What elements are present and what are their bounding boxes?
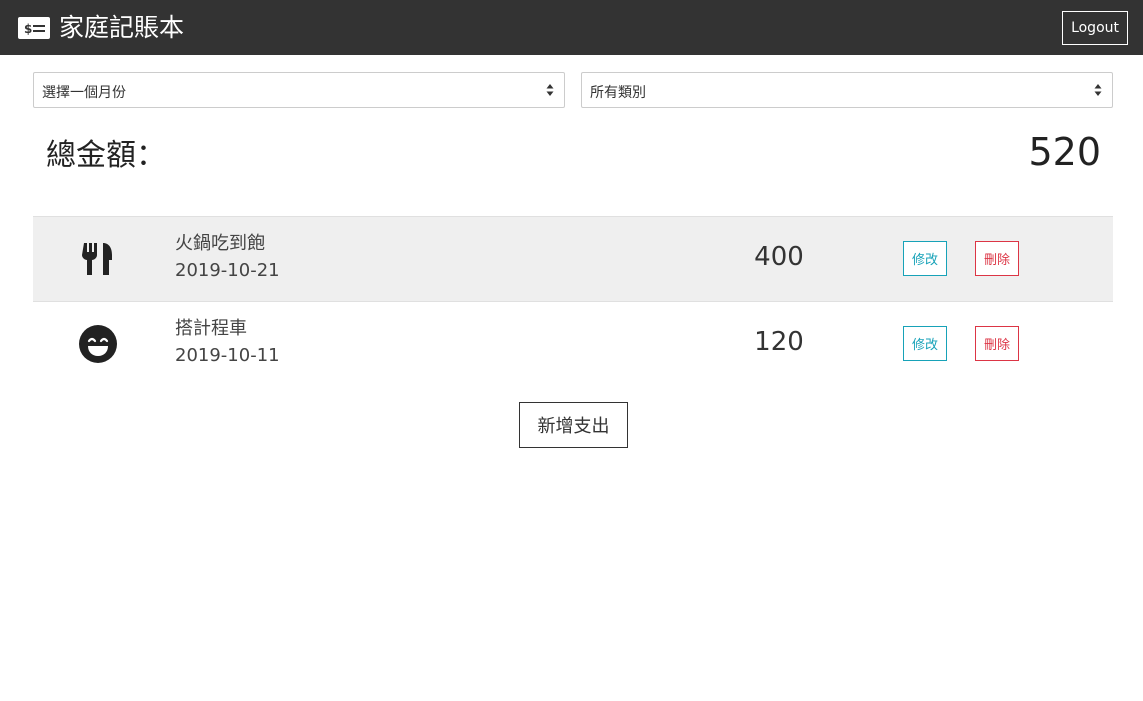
expense-row: 搭計程車 2019-10-11 120 修改 刪除 — [33, 301, 1113, 386]
brand[interactable]: $ 家庭記賬本 — [18, 15, 184, 40]
navbar: $ 家庭記賬本 Logout — [0, 0, 1143, 55]
expense-name: 搭計程車 — [175, 318, 247, 339]
app-title: 家庭記賬本 — [59, 13, 185, 42]
category-select[interactable]: 所有類別 — [581, 72, 1113, 108]
smile-icon — [79, 325, 117, 363]
expense-date: 2019-10-21 — [175, 260, 280, 281]
expense-amount: 120 — [754, 327, 804, 357]
svg-text:$: $ — [24, 22, 32, 36]
logout-button[interactable]: Logout — [1062, 10, 1128, 45]
sort-caret-icon — [1094, 84, 1102, 96]
expense-row: 火鍋吃到飽 2019-10-21 400 修改 刪除 — [33, 216, 1113, 301]
total-label: 總金額： — [46, 138, 166, 173]
category-select-value: 所有類別 — [590, 85, 646, 101]
total-amount: 520 — [1028, 130, 1101, 174]
expense-amount: 400 — [754, 242, 804, 272]
expense-list: 火鍋吃到飽 2019-10-21 400 修改 刪除 搭計程車 2019-10-… — [33, 216, 1113, 386]
delete-button[interactable]: 刪除 — [975, 241, 1020, 276]
month-select-value: 選擇一個月份 — [42, 85, 126, 101]
add-expense-button[interactable]: 新增支出 — [519, 402, 628, 448]
expense-name: 火鍋吃到飽 — [175, 233, 265, 254]
delete-button[interactable]: 刪除 — [975, 326, 1020, 361]
sort-caret-icon — [546, 84, 554, 96]
money-bill-icon: $ — [18, 16, 50, 39]
utensils-icon — [79, 240, 117, 278]
expense-date: 2019-10-11 — [175, 345, 280, 366]
edit-button[interactable]: 修改 — [903, 326, 948, 361]
total-summary: 總金額： 520 — [46, 130, 1101, 174]
month-select[interactable]: 選擇一個月份 — [33, 72, 565, 108]
filter-bar: 選擇一個月份 所有類別 — [33, 72, 1113, 108]
edit-button[interactable]: 修改 — [903, 241, 948, 276]
